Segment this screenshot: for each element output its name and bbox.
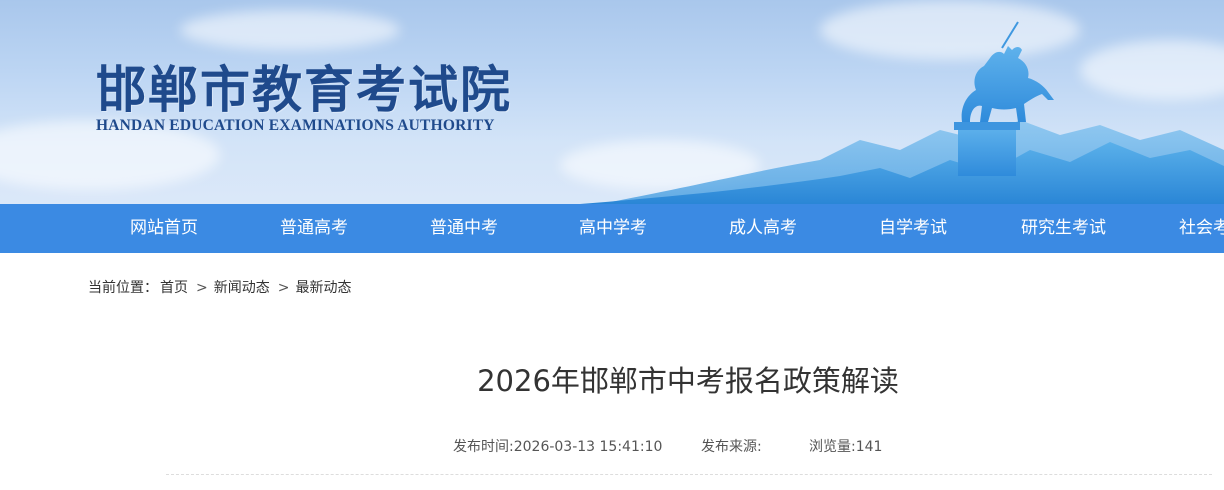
breadcrumb: 当前位置： 首页 > 新闻动态 > 最新动态 bbox=[88, 277, 353, 297]
horse-rider-statue bbox=[961, 46, 1054, 122]
nav-item-xuekao[interactable]: 高中学考 bbox=[579, 204, 647, 253]
breadcrumb-separator: > bbox=[196, 280, 208, 296]
statue-pedestal bbox=[958, 126, 1016, 176]
site-subtitle: HANDAN EDUCATION EXAMINATIONS AUTHORITY bbox=[96, 117, 495, 134]
nav-item-graduate[interactable]: 研究生考试 bbox=[1021, 204, 1106, 253]
breadcrumb-prefix: 当前位置： bbox=[88, 280, 158, 296]
article-title: 2026年邯郸市中考报名政策解读 bbox=[477, 364, 899, 398]
nav-item-home[interactable]: 网站首页 bbox=[130, 204, 198, 253]
breadcrumb-separator: > bbox=[277, 280, 290, 296]
nav-item-social[interactable]: 社会考 bbox=[1179, 204, 1224, 253]
site-title: 邯郸市教育考试院 bbox=[96, 60, 512, 119]
view-count: 浏览量:141 bbox=[809, 439, 883, 455]
header-banner: 邯郸市教育考试院 HANDAN EDUCATION EXAMINATIONS A… bbox=[0, 0, 1224, 204]
breadcrumb-news-link[interactable]: 新闻动态 bbox=[214, 280, 270, 296]
breadcrumb-latest-link[interactable]: 最新动态 bbox=[295, 280, 351, 296]
publish-time: 发布时间:2026-03-13 15:41:10 bbox=[453, 439, 663, 455]
nav-item-self-study[interactable]: 自学考试 bbox=[879, 204, 947, 253]
nav-item-gaokao[interactable]: 普通高考 bbox=[280, 204, 348, 253]
nav-item-zhongkao[interactable]: 普通中考 bbox=[430, 204, 498, 253]
main-nav: 网站首页 普通高考 普通中考 高中学考 成人高考 自学考试 研究生考试 社会考 bbox=[0, 204, 1224, 253]
divider bbox=[166, 474, 1212, 475]
publish-source: 发布来源: bbox=[701, 439, 762, 455]
nav-item-adult-gaokao[interactable]: 成人高考 bbox=[729, 204, 797, 253]
breadcrumb-home-link[interactable]: 首页 bbox=[160, 280, 188, 296]
